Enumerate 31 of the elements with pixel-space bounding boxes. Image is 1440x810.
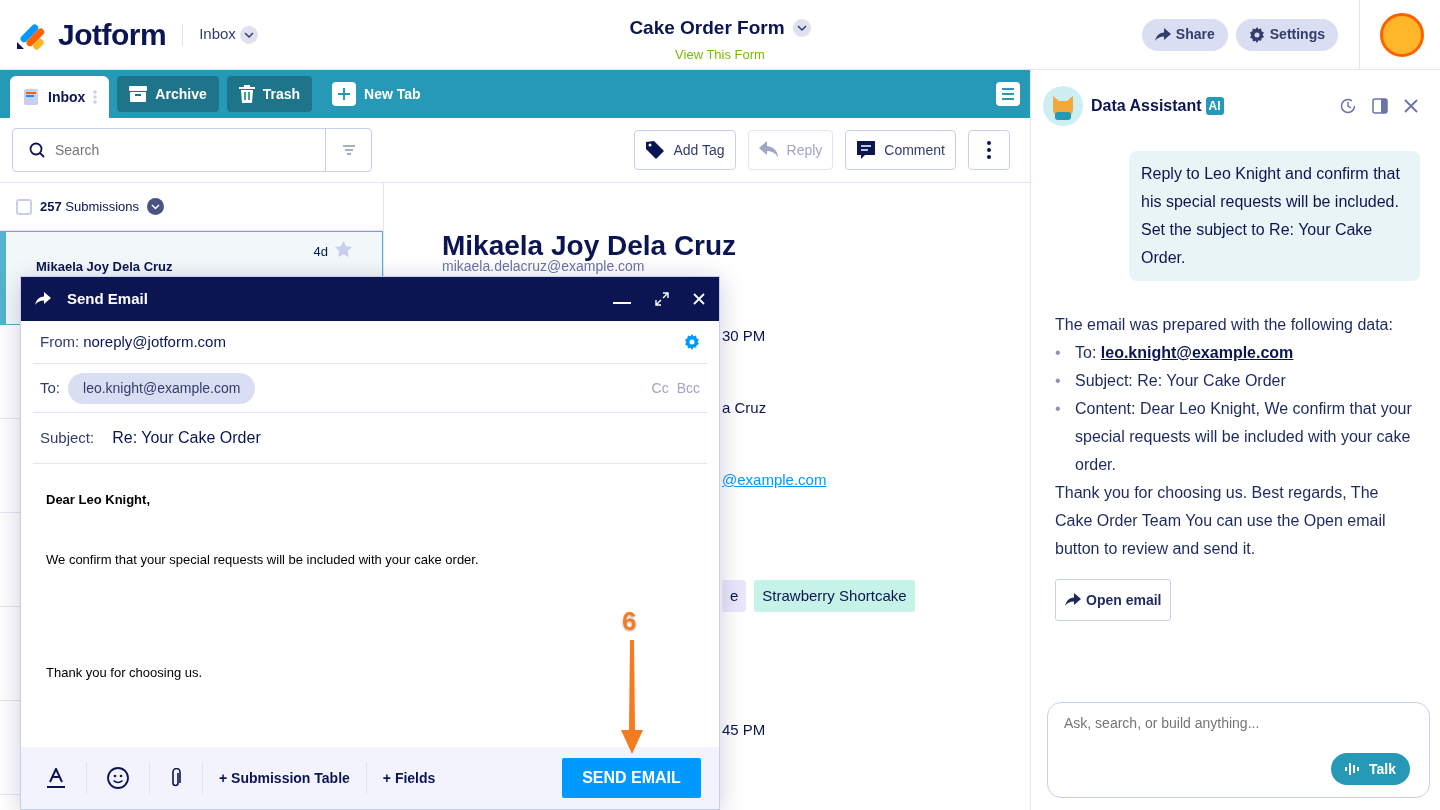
assistant-message: Subject: Re: Your Cake Order bbox=[1075, 371, 1286, 391]
user-message: Reply to Leo Knight and confirm that his special requests will be included. Set the subject to Re: Your Cake Order. bbox=[1129, 151, 1420, 281]
form-title: Cake Order Form bbox=[629, 16, 785, 40]
tag: Strawberry Shortcake bbox=[754, 579, 915, 613]
assistant-title: Data Assistant bbox=[1091, 96, 1202, 116]
bullet: • bbox=[1055, 371, 1062, 391]
submitter-name: Mikaela Joy Dela Cruz bbox=[442, 230, 737, 261]
assistant-message: Thank you for choosing us. Best regards, The Cake Order Team You can use the Open email button to review and send it. bbox=[1055, 483, 1387, 559]
ai-badge: AI bbox=[1205, 97, 1224, 115]
to-label: To: bbox=[40, 377, 60, 398]
dialog-title: Send Email bbox=[67, 288, 148, 309]
email-body-text: Dear Leo Knight, bbox=[46, 492, 150, 507]
assistant-message: The email was prepared with the following data: bbox=[1055, 315, 1394, 335]
submissions-count: 257 Submissions bbox=[40, 197, 139, 216]
subject-label: Subject: bbox=[40, 427, 95, 448]
email-body-text: Thank you for choosing us. bbox=[46, 665, 203, 680]
tag: e bbox=[722, 579, 747, 613]
bullet: • bbox=[1055, 399, 1062, 419]
assistant-message: Content: Dear Leo Knight, We confirm that your special requests will be included with your cake order. bbox=[1075, 399, 1413, 475]
submission-age: 4d bbox=[313, 243, 328, 261]
email-body-text: We confirm that your special requests will be included with your cake order. bbox=[46, 551, 479, 567]
field-value: a Cruz bbox=[722, 397, 767, 418]
step-number: 6 bbox=[622, 606, 637, 636]
from-label: From: bbox=[40, 331, 80, 352]
field-value: 45 PM bbox=[722, 719, 766, 740]
bullet: • bbox=[1055, 343, 1062, 363]
field-value: 30 PM bbox=[722, 325, 766, 346]
assistant-message: To: leo.knight@example.com bbox=[1075, 343, 1294, 363]
from-address: noreply@jotform.com bbox=[83, 331, 226, 352]
submission-name: Mikaela Joy Dela Cruz bbox=[36, 258, 173, 276]
logo-text: Jotform bbox=[58, 17, 167, 53]
